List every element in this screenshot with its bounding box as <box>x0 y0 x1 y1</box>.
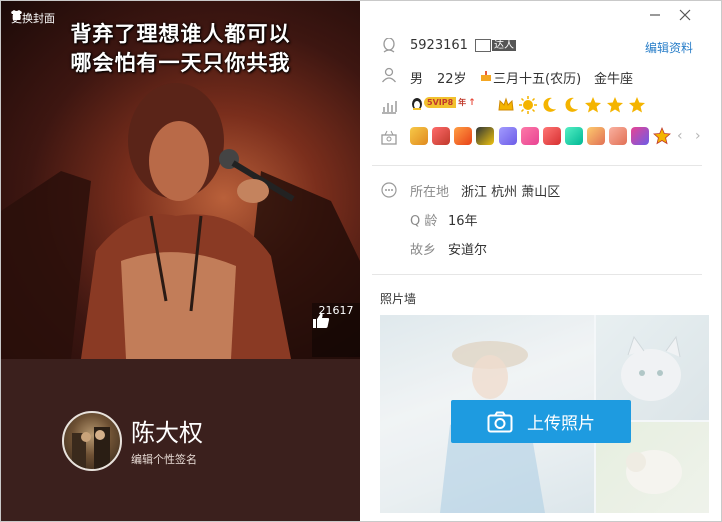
left-panel: 更换封面 背弃了理想谁人都可以 哪会怕有一天只你共我 21617 陈大权 编辑个… <box>1 1 360 521</box>
crown-icon[interactable] <box>497 96 515 114</box>
vip-badge-arrow: ↑ <box>468 97 476 108</box>
vip-badge-year: 年 <box>458 98 467 107</box>
minimize-icon <box>650 14 660 16</box>
vip-penguin-icon <box>412 98 422 110</box>
star-icon[interactable] <box>606 96 624 114</box>
star-icon[interactable] <box>584 96 602 114</box>
cover-photo[interactable]: 更换封面 背弃了理想谁人都可以 哪会怕有一天只你共我 21617 <box>1 1 360 359</box>
service-fire-icon[interactable] <box>609 127 627 145</box>
minimize-button[interactable] <box>647 7 663 23</box>
qq-number: 5923161 <box>410 38 468 53</box>
person-icon <box>381 67 397 83</box>
qage-label: Q 龄 <box>410 214 438 229</box>
upload-photo-label: 上传照片 <box>527 414 595 434</box>
avatar-image <box>72 427 110 469</box>
zodiac: 金牛座 <box>594 72 634 87</box>
service-orange-face-icon[interactable] <box>587 127 605 145</box>
thumbs-up-icon <box>313 313 330 328</box>
location-label: 所在地 <box>410 185 450 200</box>
edit-profile-link[interactable]: 编辑资料 <box>645 39 693 56</box>
moon-icon[interactable] <box>562 96 580 114</box>
service-purple-icon[interactable] <box>499 127 517 145</box>
level-chart-icon <box>381 98 397 114</box>
service-star-icon[interactable] <box>653 126 671 145</box>
age: 22岁 <box>437 72 467 87</box>
profile-window: 更换封面 背弃了理想谁人都可以 哪会怕有一天只你共我 21617 陈大权 编辑个… <box>0 0 722 522</box>
location-value: 浙江 杭州 萧山区 <box>461 185 561 200</box>
service-penguin-icon[interactable] <box>476 127 494 145</box>
like-button[interactable]: 21617 <box>312 303 360 357</box>
chevron-right-icon[interactable]: › <box>695 128 701 144</box>
hometown-value: 安道尔 <box>448 243 488 258</box>
birthday: 三月十五(农历) <box>493 72 582 87</box>
service-game-icon[interactable] <box>631 127 649 145</box>
service-orange-icon[interactable] <box>454 127 472 145</box>
divider <box>372 165 702 166</box>
service-yellow-diamond-icon[interactable] <box>410 127 428 145</box>
daren-phone-icon <box>475 39 491 52</box>
vip-badge-text: 5VIP8 <box>424 97 457 108</box>
close-icon <box>679 9 691 21</box>
service-pink-icon[interactable] <box>521 127 539 145</box>
more-dots-icon <box>381 182 397 198</box>
service-green-icon[interactable] <box>565 127 583 145</box>
service-red-heart-icon[interactable] <box>432 127 450 145</box>
close-button[interactable] <box>677 7 693 23</box>
chevron-left-icon[interactable]: ‹ <box>677 128 683 144</box>
avatar[interactable] <box>62 411 122 471</box>
gift-box-icon <box>381 129 397 145</box>
gender: 男 <box>410 72 424 87</box>
upload-photo-button[interactable]: 上传照片 <box>451 400 631 443</box>
qage-value: 16年 <box>448 214 478 229</box>
penguin-icon <box>381 38 397 54</box>
moon-icon[interactable] <box>540 96 558 114</box>
cover-caption-line-2: 哪会怕有一天只你共我 <box>70 51 291 75</box>
divider <box>372 274 702 275</box>
hometown-label: 故乡 <box>410 243 437 258</box>
sun-icon[interactable] <box>519 96 537 114</box>
vip-badge[interactable]: 5VIP8 年 ↑ <box>424 97 476 108</box>
daren-label: 达人 <box>492 40 516 51</box>
star-icon[interactable] <box>628 96 646 114</box>
cake-icon <box>481 71 491 81</box>
daren-badge[interactable]: 达人 <box>475 38 516 53</box>
edit-signature-link[interactable]: 编辑个性签名 <box>131 451 197 467</box>
photo-wall-title: 照片墙 <box>380 292 417 306</box>
camera-icon <box>487 411 513 432</box>
service-red-car-icon[interactable] <box>543 127 561 145</box>
cover-caption-line-1: 背弃了理想谁人都可以 <box>70 22 291 46</box>
nickname: 陈大权 <box>131 419 203 447</box>
